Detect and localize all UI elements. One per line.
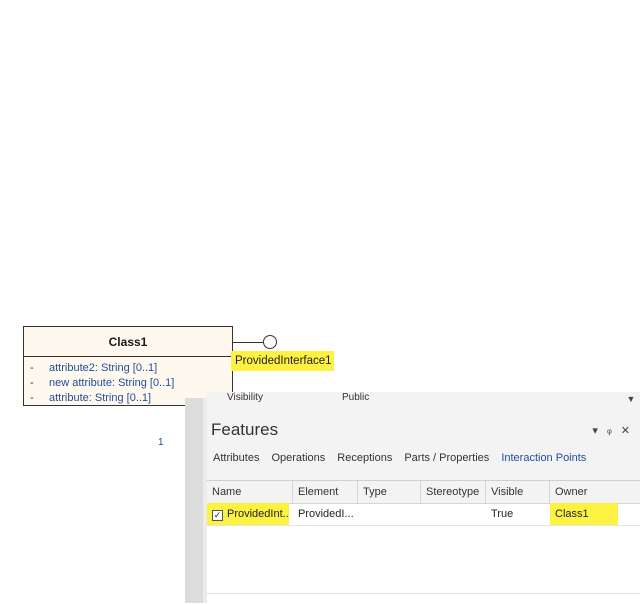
cell-name-text: ProvidedInt... (227, 508, 289, 520)
class-name: Class1 (24, 327, 232, 357)
cell-owner: Class1 (550, 503, 618, 525)
class-element[interactable]: Class1 - attribute2: String [0..1] - new… (23, 326, 233, 406)
grid-divider (207, 593, 640, 594)
cell-type (358, 503, 421, 525)
attribute-visibility: - (30, 392, 34, 404)
table-row[interactable]: ✓ ProvidedInt... ProvidedI... True Class1 (207, 503, 640, 526)
tab-interaction-points[interactable]: Interaction Points (495, 450, 592, 474)
features-panel: Features ▾ ᵩ ✕ Attributes Operations Rec… (207, 408, 640, 604)
tab-attributes[interactable]: Attributes (207, 450, 265, 474)
attribute-row[interactable]: - attribute2: String [0..1] (24, 361, 232, 376)
interaction-points-grid: Name Element Type Stereotype Visible Own… (207, 480, 640, 604)
cell-visible: True (491, 508, 514, 520)
column-header-stereotype[interactable]: Stereotype (421, 481, 486, 503)
properties-row[interactable]: Visibility Public ▼ (207, 392, 640, 409)
close-icon[interactable]: ✕ (621, 424, 630, 437)
scroll-down-icon[interactable]: ▼ (626, 394, 636, 406)
attribute-visibility: - (30, 377, 34, 389)
provided-interface-lollipop-icon[interactable] (263, 335, 277, 349)
column-header-owner[interactable]: Owner (550, 481, 640, 503)
attribute-row[interactable]: - new attribute: String [0..1] (24, 376, 232, 391)
pin-icon[interactable]: ᵩ (607, 424, 612, 437)
property-value: Public (342, 392, 370, 403)
port-connector-line (233, 342, 263, 343)
column-header-name[interactable]: Name (207, 481, 293, 503)
diagram-stray-mark: 1 (158, 437, 164, 448)
cell-stereotype (421, 503, 486, 525)
column-header-visible[interactable]: Visible (486, 481, 550, 503)
attribute-text: attribute2: String [0..1] (49, 362, 158, 374)
dropdown-icon[interactable]: ▾ (592, 424, 598, 437)
tab-operations[interactable]: Operations (265, 450, 331, 474)
column-header-element[interactable]: Element (293, 481, 358, 503)
attribute-visibility: - (30, 362, 34, 374)
cell-element: ProvidedI... (298, 508, 354, 520)
cell-name[interactable]: ✓ ProvidedInt... (207, 503, 289, 525)
tab-receptions[interactable]: Receptions (331, 450, 398, 474)
tab-parts-properties[interactable]: Parts / Properties (398, 450, 495, 474)
grid-header: Name Element Type Stereotype Visible Own… (207, 481, 640, 504)
panel-splitter[interactable] (185, 398, 203, 603)
provided-interface-label[interactable]: ProvidedInterface1 (231, 351, 334, 371)
panel-title: Features (211, 420, 279, 439)
checkbox-icon[interactable]: ✓ (212, 510, 223, 521)
attribute-text: attribute: String [0..1] (49, 392, 152, 404)
features-tabs: Attributes Operations Receptions Parts /… (207, 450, 592, 474)
column-header-type[interactable]: Type (358, 481, 421, 503)
property-name: Visibility (227, 392, 263, 403)
panel-controls: ▾ ᵩ ✕ (592, 424, 630, 437)
attribute-text: new attribute: String [0..1] (49, 377, 175, 389)
